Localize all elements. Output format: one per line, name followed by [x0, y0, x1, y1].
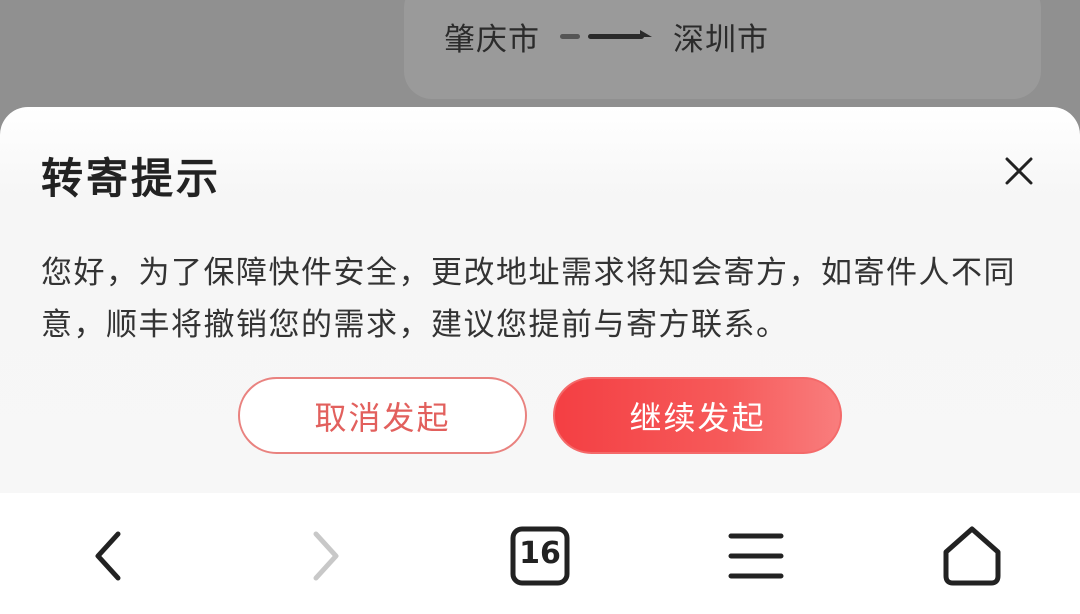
cancel-button[interactable]: 取消发起: [238, 377, 527, 454]
nav-tabs-button[interactable]: 16: [506, 522, 574, 590]
home-icon: [943, 526, 1001, 586]
route-arrow-icon: [560, 30, 652, 39]
close-icon: [1005, 157, 1033, 185]
close-button[interactable]: [998, 150, 1040, 192]
dialog-title: 转寄提示: [41, 154, 222, 203]
route-destination: 深圳市: [673, 22, 769, 58]
nav-menu-button[interactable]: [722, 522, 790, 590]
nav-back-button[interactable]: [74, 522, 142, 590]
continue-button[interactable]: 继续发起: [553, 377, 842, 454]
dialog-message: 您好，为了保障快件安全，更改地址需求将知会寄方，如寄件人不同意，顺丰将撤销您的需…: [41, 255, 1016, 343]
forward-icon: [313, 531, 339, 581]
nav-home-button[interactable]: [938, 522, 1006, 590]
back-icon: [95, 531, 121, 581]
menu-icon: [728, 533, 784, 579]
tab-count: 16: [519, 536, 561, 571]
nav-forward-button[interactable]: [292, 522, 360, 590]
route-origin: 肇庆市: [444, 22, 540, 58]
